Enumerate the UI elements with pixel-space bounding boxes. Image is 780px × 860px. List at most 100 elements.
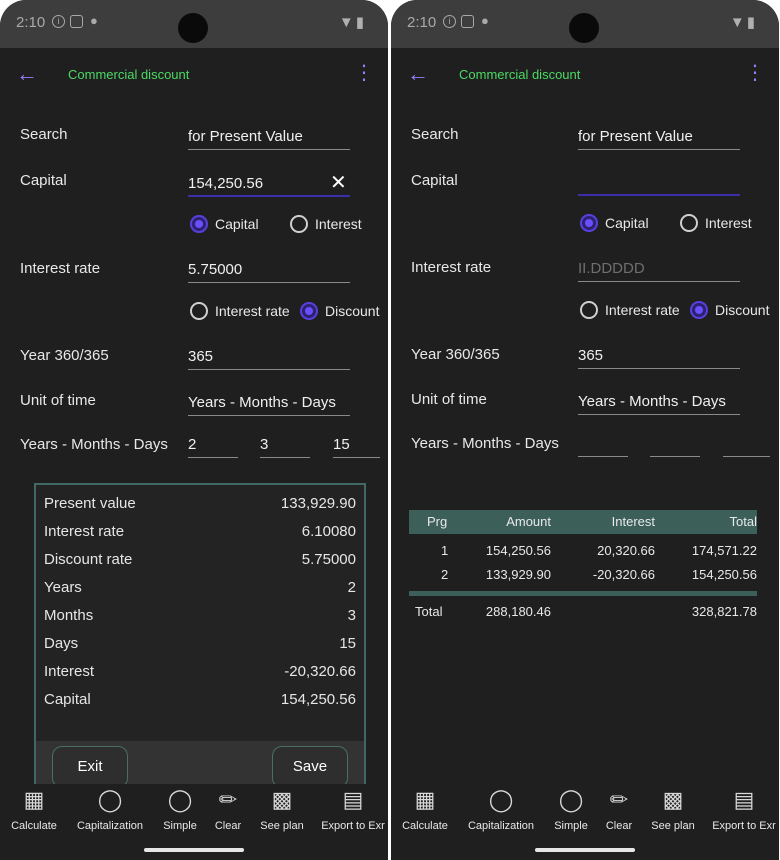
nav-simple[interactable]: ◯ Simple bbox=[549, 784, 593, 832]
result-row: Days 15 bbox=[44, 635, 356, 652]
back-arrow-icon[interactable]: ← bbox=[16, 62, 38, 86]
year-input[interactable]: 365 bbox=[578, 341, 740, 369]
info-icon: i bbox=[443, 15, 456, 28]
home-indicator bbox=[535, 848, 635, 852]
table-separator bbox=[409, 591, 757, 596]
year-input[interactable]: 365 bbox=[188, 342, 350, 370]
year-label: Year 360/365 bbox=[20, 347, 109, 364]
radio-discount-label: Discount bbox=[715, 302, 770, 318]
interest-rate-input[interactable]: II.DDDDD bbox=[578, 254, 740, 282]
radio-discount[interactable]: Discount bbox=[300, 302, 379, 320]
search-label: Search bbox=[20, 126, 68, 143]
exit-button[interactable]: Exit bbox=[52, 746, 128, 788]
days-input[interactable]: 15 bbox=[333, 430, 380, 458]
years-input[interactable]: 2 bbox=[188, 430, 238, 458]
radio-discount[interactable]: Discount bbox=[690, 301, 769, 319]
phone-right: 2:10 i ● ▼▮ ← Commercial discount ⋮ Sear… bbox=[391, 0, 779, 860]
status-bar: 2:10 i ● ▼▮ bbox=[391, 0, 779, 48]
home-indicator bbox=[144, 848, 244, 852]
year-label: Year 360/365 bbox=[411, 346, 500, 363]
result-row: Present value 133,929.90 bbox=[44, 495, 356, 512]
calculator-icon: ▦ bbox=[23, 787, 45, 812]
unit-select[interactable]: Years - Months - Days bbox=[188, 388, 350, 416]
result-dialog: Present value 133,929.90 Interest rate 6.1… bbox=[34, 483, 366, 793]
radio-interest-rate-dot[interactable] bbox=[580, 301, 598, 319]
pill-icon: ◯ bbox=[167, 787, 193, 812]
capital-input[interactable] bbox=[578, 168, 740, 196]
header-total: Total bbox=[729, 514, 757, 529]
chart-icon: ▩ bbox=[662, 787, 684, 812]
radio-capital-label: Capital bbox=[605, 215, 649, 231]
chart-icon: ▩ bbox=[271, 787, 293, 812]
radio-capital-dot[interactable] bbox=[190, 215, 208, 233]
pill-icon: ◯ bbox=[488, 787, 514, 812]
radio-interest-dot[interactable] bbox=[290, 215, 308, 233]
radio-capital-label: Capital bbox=[215, 216, 259, 232]
months-input[interactable] bbox=[650, 429, 700, 457]
clear-icon[interactable]: ✕ bbox=[330, 170, 347, 195]
years-input[interactable] bbox=[578, 429, 628, 457]
radio-discount-dot[interactable] bbox=[690, 301, 708, 319]
radio-interest-rate-label: Interest rate bbox=[605, 302, 680, 318]
nav-calculate[interactable]: ▦ Calculate bbox=[397, 784, 453, 832]
nav-simple[interactable]: ◯ Simple bbox=[158, 784, 202, 832]
header-prg: Prg bbox=[427, 514, 448, 529]
nav-clear[interactable]: ✏ Clear bbox=[208, 784, 248, 832]
search-label: Search bbox=[411, 126, 459, 143]
radio-interest-rate[interactable]: Interest rate bbox=[190, 302, 290, 320]
signal-battery-icon: ▼▮ bbox=[729, 14, 757, 31]
plan-table-header: Prg Amount Interest Total bbox=[409, 510, 757, 534]
nav-see-plan[interactable]: ▩ See plan bbox=[647, 784, 699, 832]
interest-rate-input[interactable]: 5.75000 bbox=[188, 255, 350, 283]
nav-export[interactable]: ▤ Export to Exr bbox=[318, 784, 388, 832]
radio-interest-rate[interactable]: Interest rate bbox=[580, 301, 680, 319]
result-row: Interest -20,320.66 bbox=[44, 663, 356, 680]
settings-icon bbox=[461, 15, 474, 28]
interest-rate-label: Interest rate bbox=[20, 260, 101, 277]
radio-discount-label: Discount bbox=[325, 303, 380, 319]
broom-icon: ✏ bbox=[218, 787, 238, 812]
days-input[interactable] bbox=[723, 429, 770, 457]
radio-capital[interactable]: Capital bbox=[580, 214, 649, 232]
save-button[interactable]: Save bbox=[272, 746, 348, 788]
nav-export[interactable]: ▤ Export to Exr bbox=[709, 784, 779, 832]
excel-icon: ▤ bbox=[733, 787, 755, 812]
broom-icon: ✏ bbox=[609, 787, 629, 812]
radio-capital-dot[interactable] bbox=[580, 214, 598, 232]
radio-interest[interactable]: Interest bbox=[680, 214, 752, 232]
months-input[interactable]: 3 bbox=[260, 430, 310, 458]
nav-see-plan[interactable]: ▩ See plan bbox=[256, 784, 308, 832]
status-bar: 2:10 i ● ▼▮ bbox=[0, 0, 388, 48]
ymd-label: Years - Months - Days bbox=[411, 435, 559, 452]
nav-calculate[interactable]: ▦ Calculate bbox=[6, 784, 62, 832]
ymd-label: Years - Months - Days bbox=[20, 436, 168, 453]
camera-cutout bbox=[569, 13, 599, 43]
radio-discount-dot[interactable] bbox=[300, 302, 318, 320]
nav-capitalization[interactable]: ◯ Capitalization bbox=[463, 784, 539, 832]
radio-interest-dot[interactable] bbox=[680, 214, 698, 232]
search-field[interactable]: for Present Value bbox=[578, 122, 740, 150]
radio-interest[interactable]: Interest bbox=[290, 215, 362, 233]
back-arrow-icon[interactable]: ← bbox=[407, 62, 429, 86]
nav-clear[interactable]: ✏ Clear bbox=[599, 784, 639, 832]
mic-icon: ● bbox=[90, 13, 98, 28]
capital-input[interactable]: 154,250.56 bbox=[188, 169, 350, 197]
unit-label: Unit of time bbox=[411, 391, 487, 408]
radio-interest-rate-dot[interactable] bbox=[190, 302, 208, 320]
result-row: Years 2 bbox=[44, 579, 356, 596]
unit-select[interactable]: Years - Months - Days bbox=[578, 387, 740, 415]
nav-capitalization[interactable]: ◯ Capitalization bbox=[72, 784, 148, 832]
radio-capital[interactable]: Capital bbox=[190, 215, 259, 233]
capital-label: Capital bbox=[20, 172, 67, 189]
mic-icon: ● bbox=[481, 13, 489, 28]
bottom-nav: ▦ Calculate ◯ Capitalization ◯ Simple ✏ … bbox=[0, 784, 388, 860]
pill-icon: ◯ bbox=[558, 787, 584, 812]
interest-rate-label: Interest rate bbox=[411, 259, 492, 276]
search-field[interactable]: for Present Value bbox=[188, 122, 350, 150]
more-vert-icon[interactable]: ⋮ bbox=[745, 60, 765, 86]
app-bar: ← Commercial discount ⋮ bbox=[0, 48, 388, 102]
result-row: Months 3 bbox=[44, 607, 356, 624]
settings-icon bbox=[70, 15, 83, 28]
result-row: Discount rate 5.75000 bbox=[44, 551, 356, 568]
more-vert-icon[interactable]: ⋮ bbox=[354, 60, 374, 86]
